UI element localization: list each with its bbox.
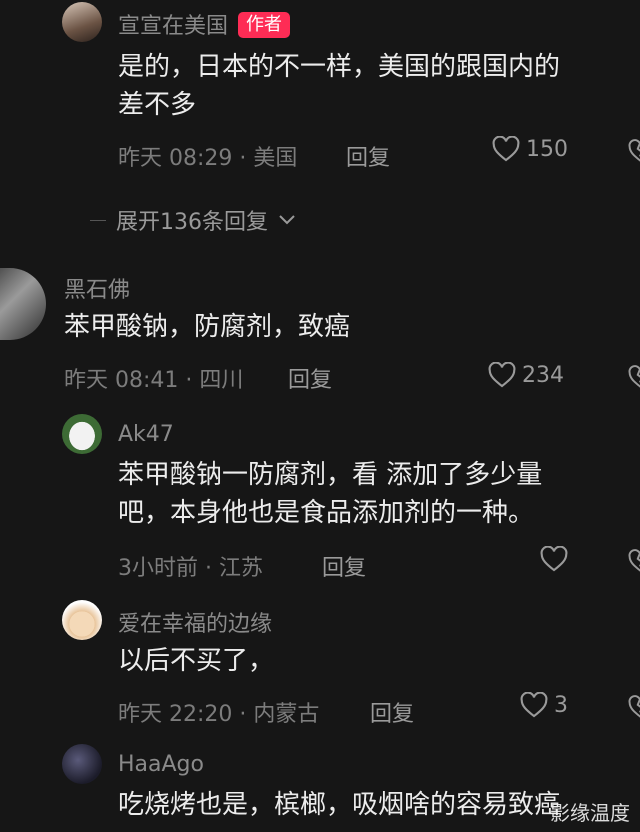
comment-text: 苯甲酸钠，防腐剂，致癌 [64,312,351,342]
dislike-icon[interactable] [628,694,640,720]
like-count: 150 [526,136,568,162]
comment-meta: 昨天 08:29 · 美国 [118,146,298,171]
comment-meta: 昨天 08:41 · 四川 [64,368,244,393]
dislike-icon[interactable] [628,364,640,390]
heart-icon [540,546,568,572]
heart-icon [488,362,516,388]
avatar[interactable] [62,600,102,640]
watermark: 影缘温度 [550,801,630,825]
comment-meta: 3小时前 · 江苏 [118,556,263,581]
dislike-icon[interactable] [628,138,640,164]
like-button[interactable] [540,546,574,572]
like-button[interactable]: 150 [492,136,568,162]
avatar[interactable] [62,744,102,784]
username[interactable]: HaaAgo [118,752,204,777]
like-button[interactable]: 3 [520,692,568,718]
divider-line [90,219,106,221]
like-count: 3 [554,692,568,718]
username[interactable]: 宣宣在美国 作者 [118,8,291,40]
expand-replies-button[interactable]: 展开136条回复 [90,204,296,236]
avatar[interactable] [62,2,102,42]
username[interactable]: 黑石佛 [64,272,130,304]
comment-text: 是的，日本的不一样，美国的跟国内的 差不多 [118,52,561,120]
username[interactable]: 爱在幸福的边缘 [118,606,272,638]
avatar[interactable] [62,414,102,454]
heart-icon [492,136,520,162]
reply-button[interactable]: 回复 [288,362,332,394]
heart-icon [520,692,548,718]
reply-button[interactable]: 回复 [346,140,390,172]
like-button[interactable]: 234 [488,362,564,388]
chevron-down-icon [279,215,295,225]
like-count: 234 [522,362,564,388]
comment-text: 吃烧烤也是，槟榔，吸烟啥的容易致癌 [118,790,561,820]
comment-meta: 昨天 22:20 · 内蒙古 [118,702,320,727]
reply-button[interactable]: 回复 [370,696,414,728]
comment-text: 以后不买了， [118,646,275,676]
reply-button[interactable]: 回复 [322,550,366,582]
author-badge: 作者 [238,12,291,38]
avatar[interactable] [0,268,46,340]
comment-text: 苯甲酸钠一防腐剂，看 添加了多少量 吧，本身他也是食品添加剂的一种。 [118,460,543,528]
username[interactable]: Ak47 [118,422,174,447]
dislike-icon[interactable] [628,548,640,574]
